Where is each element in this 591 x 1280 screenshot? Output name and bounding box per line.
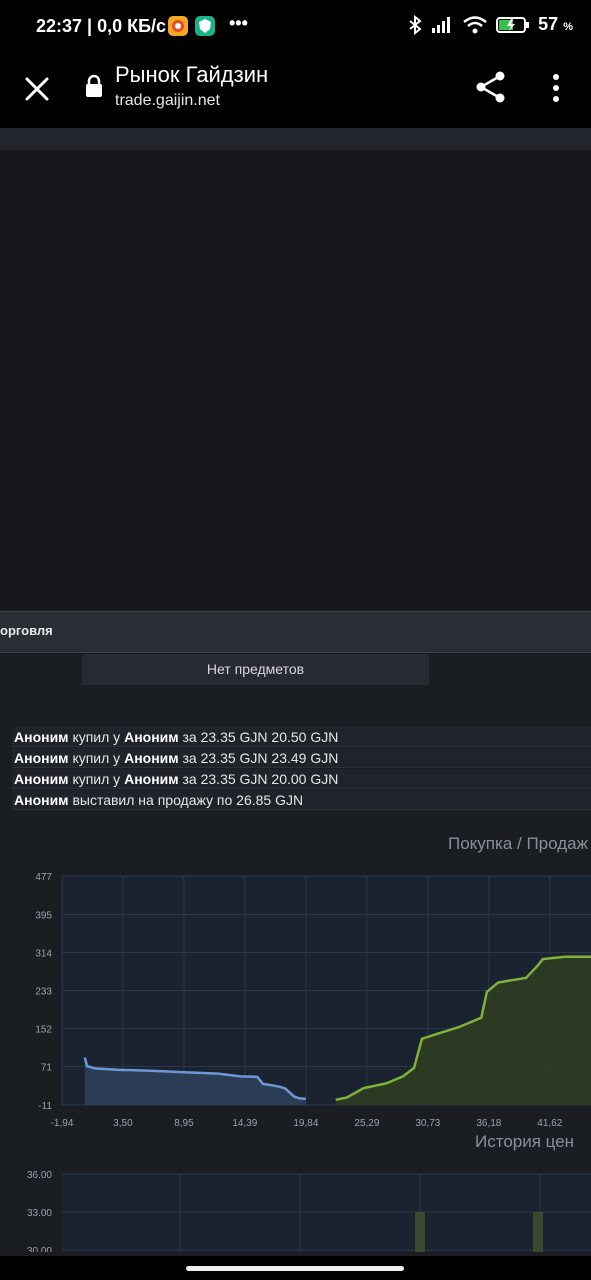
wifi-icon bbox=[463, 15, 487, 33]
y-tick-label: 152 bbox=[35, 1025, 52, 1036]
trade-section-title: орговля bbox=[0, 623, 53, 638]
home-indicator[interactable] bbox=[186, 1266, 404, 1271]
battery-icon bbox=[496, 16, 530, 33]
price-history-chart: 36.00 33.00 30.00 bbox=[27, 1170, 591, 1252]
y-tick-label: 477 bbox=[35, 872, 52, 883]
y-tick-label: 233 bbox=[35, 987, 52, 998]
depth-chart: 477 395 314 233 152 71 -11 -1,94 3,50 8,95 14,39 19… bbox=[35, 872, 591, 1129]
notification-app-icon bbox=[168, 16, 188, 36]
x-tick-label: 8,95 bbox=[174, 1118, 194, 1129]
x-tick-label: 19,84 bbox=[293, 1118, 318, 1129]
price-bar bbox=[533, 1212, 543, 1252]
lock-icon bbox=[86, 74, 102, 97]
gesture-nav-bar bbox=[0, 1256, 591, 1280]
history-row: Аноним купил у Аноним за 23.35 GJN 23.49… bbox=[12, 748, 591, 768]
x-tick-label: -1,94 bbox=[51, 1118, 74, 1129]
x-tick-label: 14,39 bbox=[232, 1118, 257, 1129]
shield-app-icon bbox=[195, 16, 215, 36]
x-tick-label: 36,18 bbox=[476, 1118, 501, 1129]
history-row: Аноним купил у Аноним за 23.35 GJN 20.00… bbox=[12, 769, 591, 789]
browser-toolbar: Рынок Гайдзин trade.gaijin.net bbox=[0, 54, 591, 128]
x-tick-label: 3,50 bbox=[113, 1118, 133, 1129]
y-tick-label: 36.00 bbox=[27, 1170, 52, 1181]
y-tick-label: 314 bbox=[35, 948, 52, 959]
y-tick-label: -11 bbox=[38, 1101, 52, 1112]
y-tick-label: 71 bbox=[41, 1063, 53, 1074]
status-time: 22:37 | 0,0 КБ/с bbox=[36, 16, 167, 36]
no-items-message: Нет предметов bbox=[82, 654, 429, 685]
more-notifications-icon: ••• bbox=[229, 13, 248, 33]
depth-chart-title: Покупка / Продаж bbox=[448, 834, 588, 853]
page-title: Рынок Гайдзин bbox=[115, 62, 269, 87]
trade-section-header: орговля bbox=[0, 611, 591, 653]
plot-area bbox=[62, 1174, 591, 1252]
close-icon[interactable] bbox=[22, 74, 52, 104]
history-row: Аноним купил у Аноним за 23.35 GJN 20.50… bbox=[12, 727, 591, 747]
x-tick-label: 41,62 bbox=[537, 1118, 562, 1129]
more-options-icon[interactable] bbox=[546, 70, 566, 106]
price-history-title: История цен bbox=[475, 1132, 575, 1151]
bluetooth-icon bbox=[409, 14, 422, 35]
page-header-strip bbox=[0, 128, 591, 151]
share-icon[interactable] bbox=[474, 70, 508, 104]
y-tick-label: 30.00 bbox=[27, 1246, 52, 1252]
page-url[interactable]: trade.gaijin.net bbox=[115, 92, 220, 110]
price-bar bbox=[415, 1212, 425, 1252]
status-bar: 22:37 | 0,0 КБ/с ••• 57 % bbox=[0, 0, 591, 54]
item-preview-panel bbox=[0, 150, 591, 610]
history-row: Аноним выставил на продажу по 26.85 GJN bbox=[12, 790, 591, 810]
x-tick-label: 25,29 bbox=[354, 1118, 379, 1129]
status-right: 57 % bbox=[408, 14, 573, 35]
y-tick-label: 395 bbox=[35, 910, 52, 921]
signal-icon bbox=[432, 16, 451, 33]
x-tick-label: 30,73 bbox=[415, 1118, 440, 1129]
y-tick-label: 33.00 bbox=[27, 1208, 52, 1219]
battery-level: 57 % bbox=[538, 14, 573, 34]
